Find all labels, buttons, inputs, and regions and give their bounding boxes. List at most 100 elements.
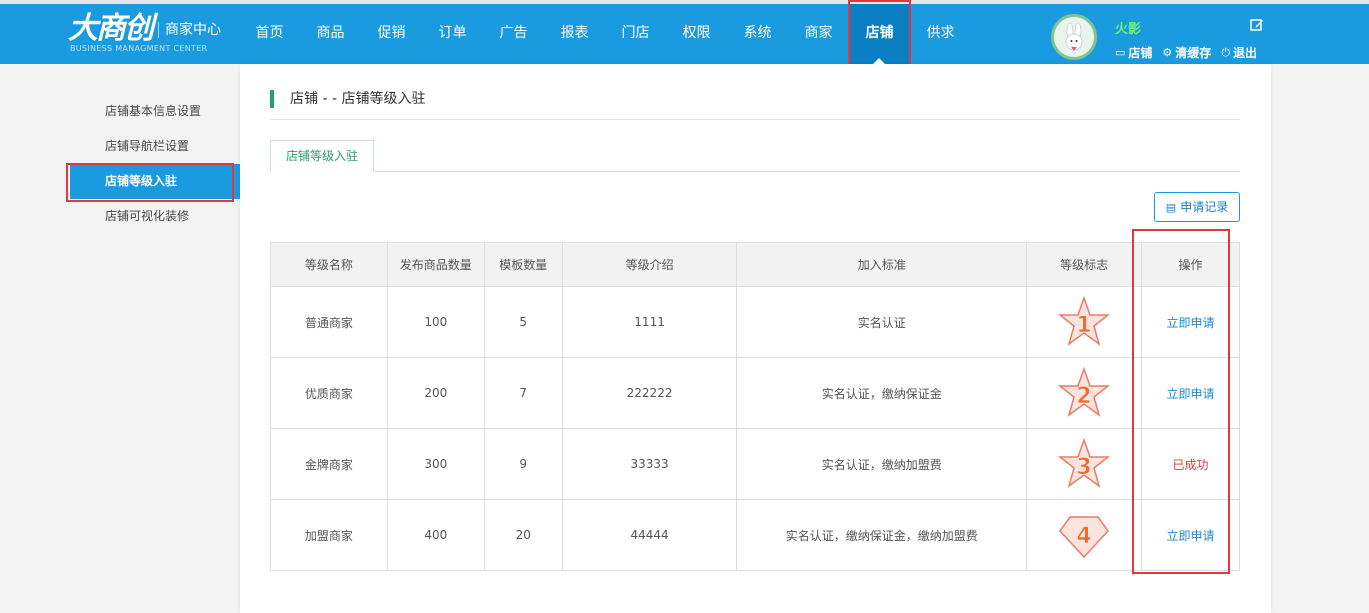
shop-link-label: 店铺 bbox=[1128, 46, 1153, 60]
star-badge-icon: 2 bbox=[1058, 367, 1111, 417]
grade-name-cell: 优质商家 bbox=[270, 357, 388, 429]
diamond-badge-icon: 4 bbox=[1059, 516, 1110, 559]
goods-count-cell: 200 bbox=[386, 357, 485, 429]
logo-english-text: BUSINESS MANAGMENT CENTER bbox=[70, 44, 208, 53]
table-row: 优质商家 200 7 222222 实名认证，缴纳保证金 2 立即申请 bbox=[270, 357, 1240, 429]
grade-name-cell: 金牌商家 bbox=[270, 428, 388, 500]
clear-cache-link[interactable]: ⚙ 清缓存 bbox=[1162, 44, 1211, 61]
main-nav: 首页 商品 促销 订单 广告 报表 门店 权限 系统 商家 店铺 供求 bbox=[239, 4, 971, 64]
badge-number: 3 bbox=[1076, 455, 1091, 480]
column-header: 加入标准 bbox=[736, 242, 1028, 287]
book-icon: ▤ bbox=[1165, 201, 1177, 214]
nav-item-8[interactable]: 系统 bbox=[727, 4, 788, 64]
goods-count-cell: 300 bbox=[386, 428, 485, 500]
application-record-label: 申请记录 bbox=[1180, 200, 1229, 214]
nav-item-2[interactable]: 促销 bbox=[361, 4, 422, 64]
apply-now-link[interactable]: 立即申请 bbox=[1167, 529, 1215, 543]
logout-label: 退出 bbox=[1233, 46, 1258, 60]
nav-item-3[interactable]: 订单 bbox=[422, 4, 483, 64]
gear-icon: ⚙ bbox=[1162, 46, 1173, 59]
badge-number: 4 bbox=[1076, 524, 1091, 549]
grade-table: 等级名称 发布商品数量 模板数量 等级介绍 加入标准 等级标志 操作 普通商家 100 5 111… bbox=[270, 242, 1240, 571]
nav-item-4[interactable]: 广告 bbox=[483, 4, 544, 64]
table-row: 金牌商家 300 9 33333 实名认证，缴纳加盟费 3 已成功 bbox=[270, 428, 1240, 500]
clear-cache-label: 清缓存 bbox=[1175, 46, 1212, 60]
avatar[interactable] bbox=[1051, 14, 1097, 60]
sidebar: 店铺基本信息设置 店铺导航栏设置 店铺等级入驻 店铺可视化装修 bbox=[0, 64, 248, 613]
tab-grade-entry[interactable]: 店铺等级入驻 bbox=[270, 140, 375, 172]
shop-link[interactable]: ▭ 店铺 bbox=[1115, 44, 1152, 61]
shop-icon: ▭ bbox=[1115, 46, 1126, 59]
template-count-cell: 7 bbox=[483, 357, 563, 429]
nav-item-1[interactable]: 商品 bbox=[300, 4, 361, 64]
template-count-cell: 20 bbox=[483, 499, 563, 571]
star-badge-icon: 3 bbox=[1058, 438, 1111, 488]
badge-number: 1 bbox=[1076, 313, 1091, 338]
sidebar-item-basic-info[interactable]: 店铺基本信息设置 bbox=[70, 94, 240, 129]
grade-badge-cell: 4 bbox=[1026, 499, 1143, 571]
grade-badge-cell: 3 bbox=[1026, 428, 1143, 500]
goods-count-cell: 100 bbox=[386, 286, 485, 358]
nav-item-11[interactable]: 供求 bbox=[910, 4, 971, 64]
user-links: ▭ 店铺 ⚙ 清缓存 ⏻ 退出 bbox=[1115, 44, 1257, 61]
logout-link[interactable]: ⏻ 退出 bbox=[1221, 44, 1257, 61]
sidebar-item-visual-decoration[interactable]: 店铺可视化装修 bbox=[70, 199, 240, 234]
main-panel: 店铺 - - 店铺等级入驻 店铺等级入驻 ▤ 申请记录 等级名称 发布商品数量 模板数… bbox=[240, 64, 1271, 613]
username[interactable]: 火影 bbox=[1115, 18, 1141, 37]
page-title-bar: 店铺 - - 店铺等级入驻 bbox=[270, 90, 1240, 120]
column-header: 模板数量 bbox=[483, 242, 563, 287]
grade-badge-cell: 1 bbox=[1026, 286, 1143, 358]
logo-main-text: 大商创 bbox=[68, 11, 154, 46]
column-header: 等级标志 bbox=[1026, 242, 1143, 287]
edit-icon[interactable] bbox=[1250, 18, 1264, 32]
table-row: 普通商家 100 5 1111 实名认证 1 立即申请 bbox=[270, 286, 1240, 358]
action-cell: 已成功 bbox=[1141, 428, 1240, 500]
action-cell: 立即申请 bbox=[1141, 499, 1240, 571]
avatar-image-icon bbox=[1054, 17, 1094, 57]
join-standard-cell: 实名认证，缴纳加盟费 bbox=[736, 428, 1028, 500]
template-count-cell: 9 bbox=[483, 428, 563, 500]
action-cell: 立即申请 bbox=[1141, 357, 1240, 429]
join-standard-cell: 实名认证 bbox=[736, 286, 1028, 358]
logo-sub-text: 商家中心 bbox=[158, 22, 221, 38]
action-cell: 立即申请 bbox=[1141, 286, 1240, 358]
sidebar-item-grade-entry[interactable]: 店铺等级入驻 bbox=[70, 164, 248, 199]
nav-item-6[interactable]: 门店 bbox=[605, 4, 666, 64]
top-header: 大商创 商家中心 BUSINESS MANAGMENT CENTER 首页 商品促… bbox=[0, 0, 1369, 64]
nav-item-5[interactable]: 报表 bbox=[544, 4, 605, 64]
nav-item-10[interactable]: 店铺 bbox=[849, 4, 910, 64]
goods-count-cell: 400 bbox=[386, 499, 485, 571]
application-record-button[interactable]: ▤ 申请记录 bbox=[1154, 192, 1240, 222]
sidebar-item-nav-settings[interactable]: 店铺导航栏设置 bbox=[70, 129, 240, 164]
grade-name-cell: 普通商家 bbox=[270, 286, 388, 358]
grade-intro-cell: 33333 bbox=[561, 428, 738, 500]
table-row: 加盟商家 400 20 44444 实名认证，缴纳保证金，缴纳加盟费 4 立即申请 bbox=[270, 499, 1240, 571]
template-count-cell: 5 bbox=[483, 286, 563, 358]
badge-number: 2 bbox=[1076, 384, 1091, 409]
title-accent-bar bbox=[270, 90, 274, 108]
nav-item-7[interactable]: 权限 bbox=[666, 4, 727, 64]
grade-name-cell: 加盟商家 bbox=[270, 499, 388, 571]
tab-bar: 店铺等级入驻 bbox=[270, 140, 1240, 172]
grade-intro-cell: 44444 bbox=[561, 499, 738, 571]
nav-item-0[interactable]: 首页 bbox=[239, 4, 300, 64]
grade-badge-cell: 2 bbox=[1026, 357, 1143, 429]
table-header-row: 等级名称 发布商品数量 模板数量 等级介绍 加入标准 等级标志 操作 bbox=[270, 242, 1240, 287]
nav-item-9[interactable]: 商家 bbox=[788, 4, 849, 64]
page-title: 店铺 - - 店铺等级入驻 bbox=[290, 91, 426, 107]
column-header: 等级介绍 bbox=[561, 242, 738, 287]
join-standard-cell: 实名认证，缴纳保证金 bbox=[736, 357, 1028, 429]
grade-intro-cell: 1111 bbox=[561, 286, 738, 358]
grade-intro-cell: 222222 bbox=[561, 357, 738, 429]
column-header: 发布商品数量 bbox=[386, 242, 485, 287]
column-header: 等级名称 bbox=[270, 242, 388, 287]
table-body: 普通商家 100 5 1111 实名认证 1 立即申请 优质商家 200 7 222222 实名认证，… bbox=[270, 286, 1240, 571]
column-header: 操作 bbox=[1141, 242, 1240, 287]
apply-now-link[interactable]: 立即申请 bbox=[1167, 316, 1215, 330]
status-success-label: 已成功 bbox=[1172, 457, 1209, 472]
apply-now-link[interactable]: 立即申请 bbox=[1167, 387, 1215, 401]
logo[interactable]: 大商创 商家中心 BUSINESS MANAGMENT CENTER bbox=[68, 11, 221, 54]
join-standard-cell: 实名认证，缴纳保证金，缴纳加盟费 bbox=[736, 499, 1028, 571]
star-badge-icon: 1 bbox=[1058, 296, 1111, 346]
power-icon: ⏻ bbox=[1221, 45, 1231, 59]
